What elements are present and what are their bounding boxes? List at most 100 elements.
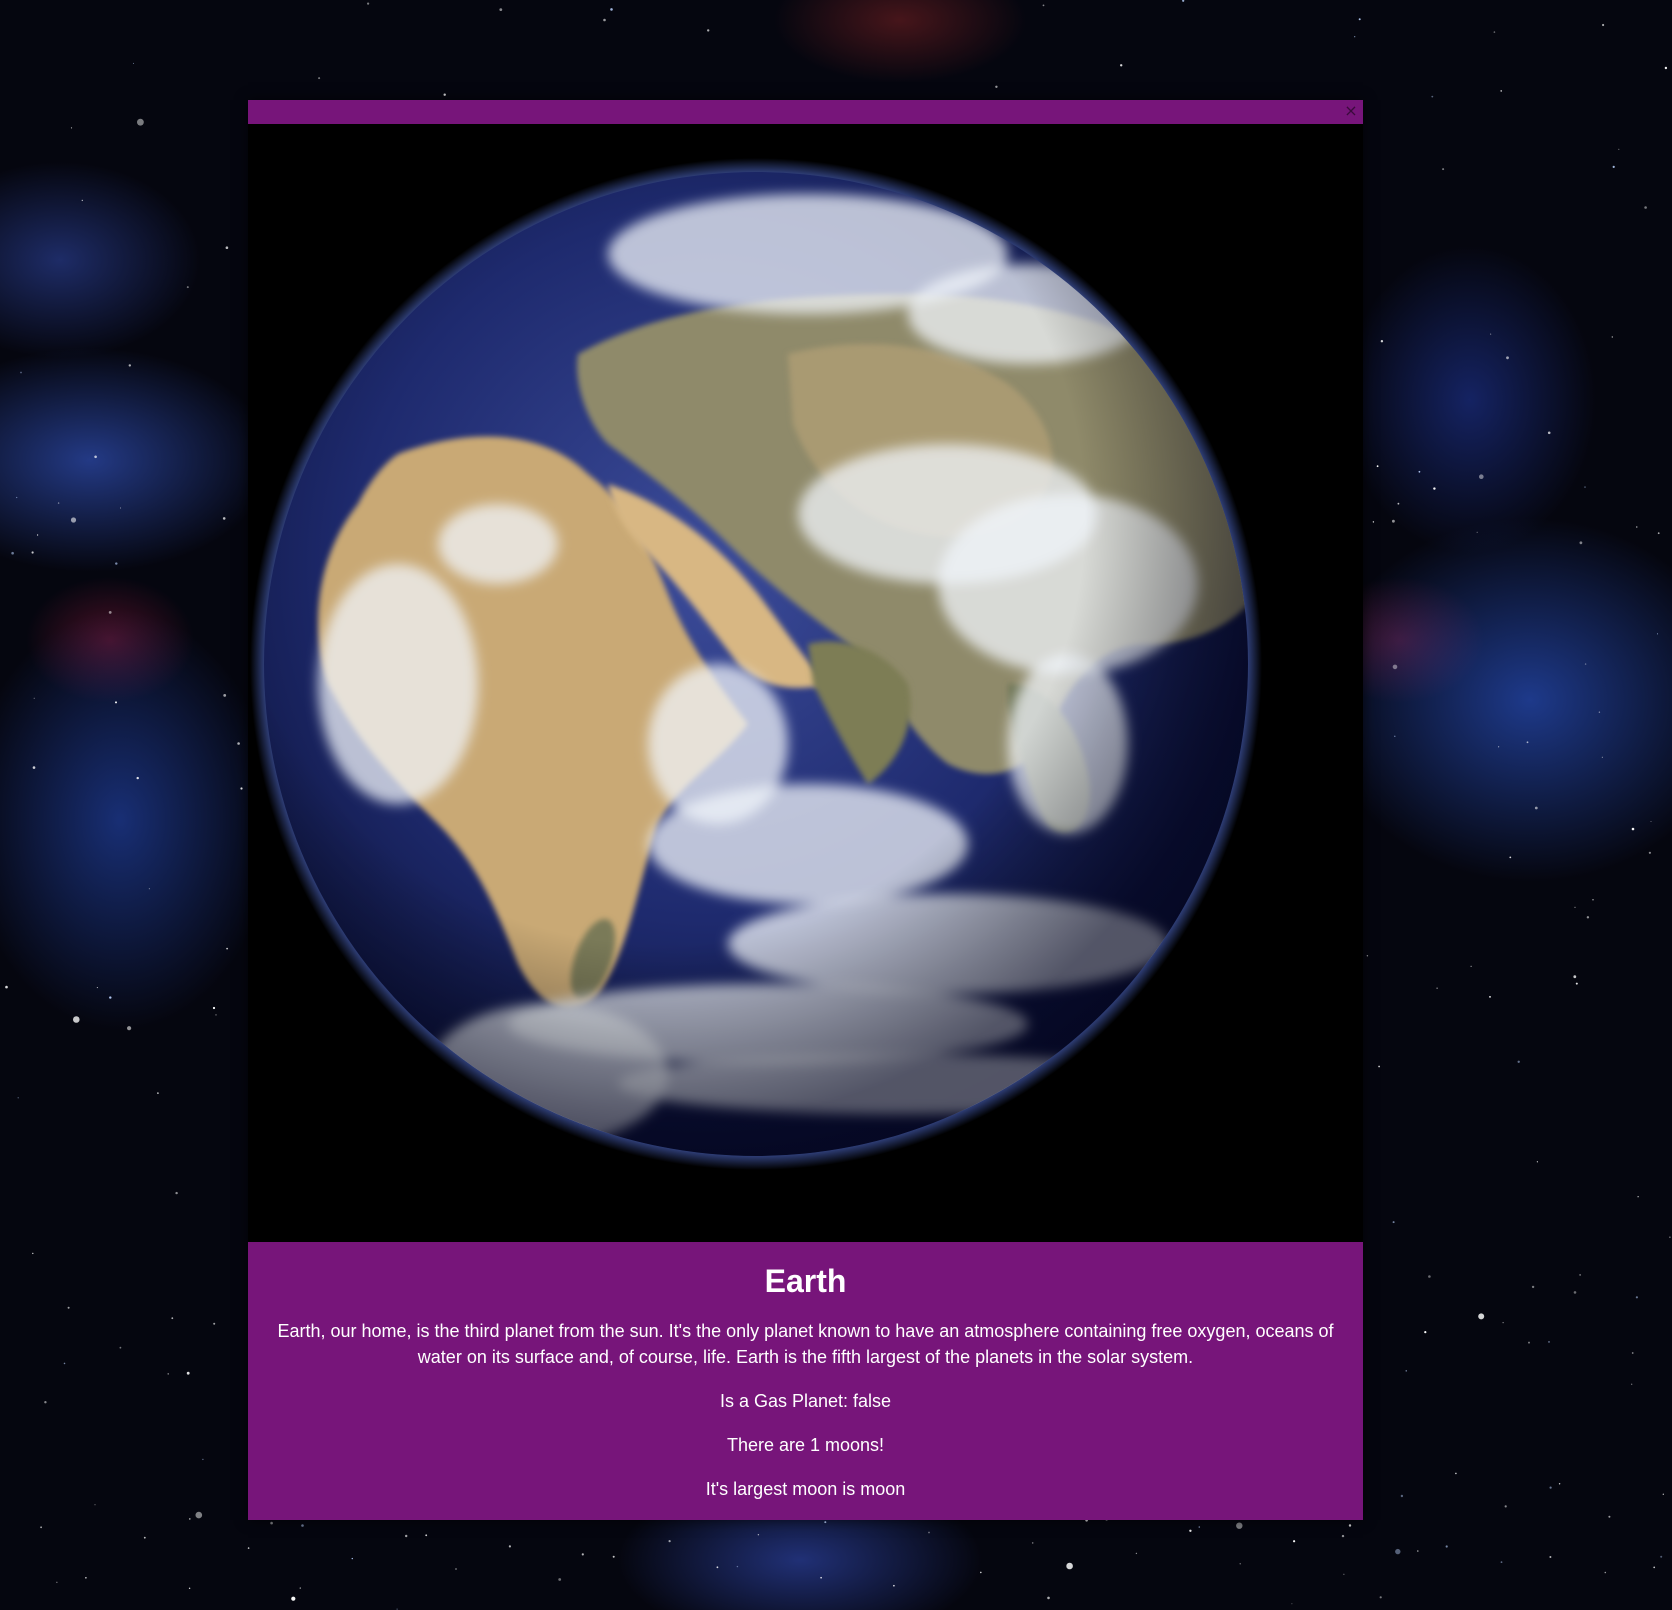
star xyxy=(1653,1566,1656,1569)
star xyxy=(148,888,150,890)
star xyxy=(1236,1522,1243,1529)
star xyxy=(351,1557,353,1560)
star xyxy=(32,766,36,769)
star xyxy=(1417,1550,1419,1552)
star xyxy=(63,1362,66,1365)
star xyxy=(980,1571,982,1574)
star xyxy=(186,286,189,289)
star xyxy=(37,534,39,536)
star xyxy=(1479,474,1484,480)
star xyxy=(707,29,710,32)
star xyxy=(1669,1236,1671,1238)
star xyxy=(1592,899,1594,901)
star xyxy=(1066,1562,1073,1570)
star xyxy=(56,1581,58,1583)
earth-globe-photo xyxy=(250,158,1262,1170)
star xyxy=(1293,1540,1296,1543)
star xyxy=(189,1518,191,1520)
star xyxy=(1608,1515,1611,1518)
star xyxy=(820,1576,822,1579)
star xyxy=(610,8,613,11)
star xyxy=(188,1587,191,1590)
star xyxy=(1341,1534,1345,1538)
star xyxy=(247,1547,250,1549)
star xyxy=(1635,1296,1638,1299)
star xyxy=(1418,470,1421,473)
star xyxy=(1380,340,1384,343)
star xyxy=(1470,965,1472,967)
star xyxy=(33,697,35,699)
star xyxy=(1366,955,1369,957)
star xyxy=(1395,1548,1401,1555)
planet-image xyxy=(248,124,1363,1242)
star xyxy=(301,1524,304,1527)
star xyxy=(16,496,18,499)
star xyxy=(1573,975,1577,979)
star xyxy=(1598,711,1601,713)
star xyxy=(603,18,606,22)
star xyxy=(1424,1331,1427,1334)
star xyxy=(1392,664,1398,670)
star xyxy=(425,1534,428,1537)
star xyxy=(1509,856,1512,859)
star xyxy=(1579,541,1583,545)
close-icon[interactable]: × xyxy=(1343,103,1359,119)
modal-header-bar: × xyxy=(248,100,1363,124)
star xyxy=(1182,0,1185,2)
star xyxy=(1392,519,1395,523)
star xyxy=(1504,1505,1507,1508)
star xyxy=(1042,4,1045,7)
star xyxy=(240,787,243,790)
star xyxy=(96,987,98,989)
star xyxy=(1379,1596,1382,1599)
star xyxy=(1394,735,1396,737)
star xyxy=(1579,1274,1581,1276)
star xyxy=(1031,1542,1034,1544)
star xyxy=(222,517,226,520)
star xyxy=(1631,1383,1633,1385)
star xyxy=(120,507,121,509)
star xyxy=(81,199,84,202)
star xyxy=(94,455,97,459)
largest-moon-fact: It's largest moon is moon xyxy=(705,1479,906,1499)
star xyxy=(1476,531,1478,533)
star xyxy=(40,1526,42,1529)
star xyxy=(73,1016,80,1023)
star xyxy=(186,1371,190,1375)
star xyxy=(1662,1493,1664,1495)
star xyxy=(757,1534,760,1536)
star xyxy=(1431,95,1434,98)
star xyxy=(85,1577,87,1579)
star xyxy=(1548,1341,1550,1343)
planet-modal: × Earth Earth, our home, is the third pl… xyxy=(248,100,1363,1520)
star xyxy=(128,364,131,367)
star xyxy=(581,1553,584,1556)
star xyxy=(1478,1313,1485,1320)
star xyxy=(668,1540,671,1543)
star xyxy=(736,1565,739,1568)
star xyxy=(5,985,8,989)
star xyxy=(171,1317,174,1320)
star xyxy=(893,1584,895,1587)
star xyxy=(1047,1596,1050,1600)
star xyxy=(136,776,139,780)
star xyxy=(213,1322,216,1325)
star xyxy=(1189,1529,1192,1533)
star xyxy=(223,694,227,697)
star xyxy=(1428,1275,1431,1278)
star xyxy=(1343,1573,1345,1575)
star xyxy=(108,611,112,614)
star xyxy=(1397,502,1400,505)
star xyxy=(226,947,229,950)
star xyxy=(318,77,321,80)
star xyxy=(1354,36,1356,38)
planet-name: Earth xyxy=(764,1263,847,1299)
star xyxy=(1664,66,1668,70)
star xyxy=(1378,1065,1380,1068)
star xyxy=(270,1521,273,1525)
star xyxy=(508,1545,511,1548)
star xyxy=(1526,741,1529,744)
star xyxy=(1517,1060,1520,1064)
star xyxy=(1648,851,1651,854)
planet-info-panel: Earth Earth, our home, is the third plan… xyxy=(248,1242,1363,1520)
